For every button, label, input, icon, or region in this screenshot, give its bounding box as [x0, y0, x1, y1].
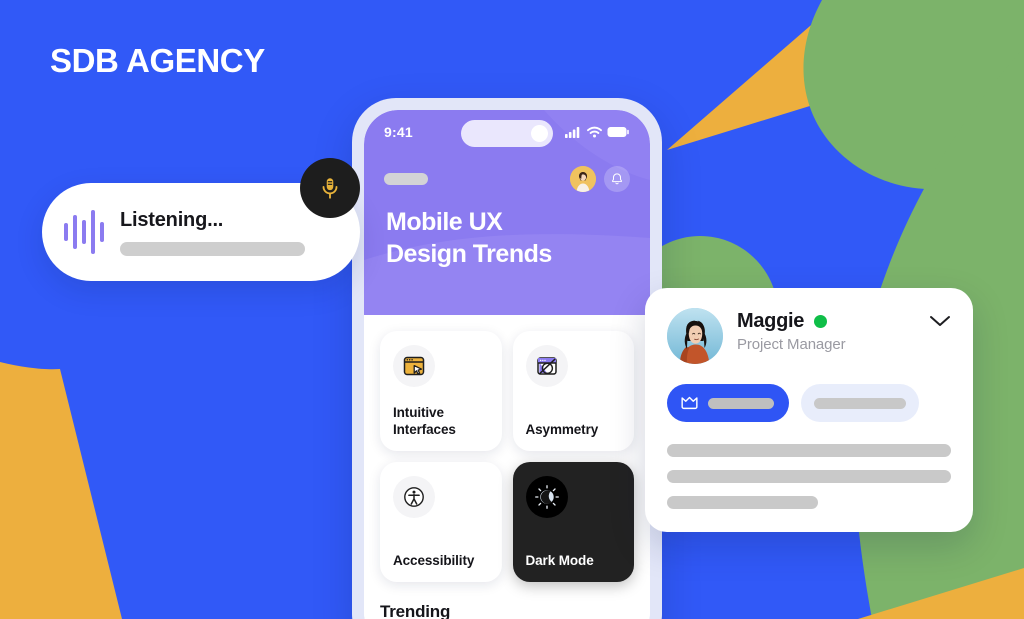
- battery-icon: [607, 127, 629, 137]
- dynamic-island: [461, 120, 553, 147]
- tile-label: Accessibility: [393, 552, 489, 569]
- tile-dark-mode[interactable]: Dark Mode: [512, 462, 634, 582]
- tile-label: Dark Mode: [526, 552, 622, 569]
- asymmetry-window-icon-wrap: [525, 345, 568, 387]
- tile-label-line-2: Interfaces: [393, 422, 456, 437]
- avatar-photo: [667, 308, 723, 364]
- app-top-bar: [364, 154, 650, 192]
- secondary-pill-placeholder: [814, 397, 906, 409]
- accessibility-icon: [404, 487, 424, 507]
- avatar-illustration: [570, 166, 596, 192]
- status-bar: 9:41: [364, 110, 650, 154]
- trending-section-heading: Trending: [380, 602, 451, 619]
- microphone-icon: [322, 178, 338, 199]
- trend-tiles-grid: Intuitive Interfaces Asymmetry Accessibi…: [380, 331, 634, 582]
- profile-name: Maggie: [737, 310, 805, 332]
- accessibility-icon-wrap: [393, 476, 435, 518]
- page-title: Mobile UX Design Trends: [364, 192, 650, 270]
- tile-label-line-1: Accessibility: [393, 553, 475, 568]
- listening-status-label: Listening...: [120, 208, 224, 231]
- waveform-bar: [73, 215, 77, 249]
- avatar[interactable]: [570, 166, 596, 192]
- microphone-button[interactable]: [300, 158, 360, 218]
- tile-label: Asymmetry: [526, 421, 622, 438]
- status-time: 9:41: [384, 124, 413, 140]
- profile-card[interactable]: Maggie Project Manager: [645, 288, 973, 532]
- expand-button[interactable]: [929, 308, 951, 333]
- content-skeleton: [667, 444, 951, 509]
- tile-label-line-1: Dark Mode: [525, 553, 594, 568]
- waveform-bar: [91, 210, 95, 254]
- voice-waveform-icon: [64, 210, 104, 254]
- phone-screen: 9:41 Mobile UX Design Trends Intuitive I…: [364, 110, 650, 619]
- status-icons-group: [565, 126, 630, 138]
- app-header: 9:41 Mobile UX Design Trends: [364, 110, 650, 315]
- moon-sun-icon: [534, 485, 559, 509]
- browser-cursor-icon: [403, 356, 425, 376]
- action-pill-row: [667, 384, 951, 422]
- tile-intuitive-interfaces[interactable]: Intuitive Interfaces: [380, 331, 502, 451]
- cellular-signal-icon: [565, 127, 580, 138]
- status-badge: [814, 315, 828, 328]
- asymmetry-window-icon: [536, 357, 557, 375]
- menu-placeholder-bar[interactable]: [384, 173, 428, 185]
- tile-label-line-1: Intuitive: [393, 405, 444, 420]
- primary-action-pill[interactable]: [667, 384, 789, 422]
- app-content: Intuitive Interfaces Asymmetry Accessibi…: [364, 315, 650, 619]
- front-camera-lens-icon: [531, 125, 548, 142]
- listening-progress-placeholder: [120, 241, 305, 256]
- poster-canvas: SDB AGENCY Listening... 9:41 Mobile UX D…: [0, 0, 1024, 619]
- tile-label-line-1: Asymmetry: [525, 422, 599, 437]
- waveform-bar: [82, 220, 86, 244]
- page-title-line-1: Mobile UX: [386, 208, 503, 236]
- secondary-action-pill[interactable]: [801, 384, 919, 422]
- primary-pill-placeholder: [708, 397, 774, 409]
- skeleton-line: [667, 444, 951, 457]
- skeleton-line: [667, 496, 818, 509]
- waveform-bar: [64, 223, 68, 241]
- crown-icon: [681, 396, 698, 410]
- bell-icon: [612, 173, 622, 185]
- tile-label: Intuitive Interfaces: [393, 404, 489, 438]
- tile-asymmetry[interactable]: Asymmetry: [512, 331, 634, 451]
- skeleton-line: [667, 470, 951, 483]
- browser-cursor-icon-wrap: [393, 345, 435, 387]
- tile-accessibility[interactable]: Accessibility: [380, 462, 502, 582]
- page-title-line-2: Design Trends: [386, 240, 552, 268]
- wifi-icon: [587, 126, 602, 138]
- avatar[interactable]: [667, 308, 723, 364]
- brand-wordmark: SDB AGENCY: [50, 42, 265, 79]
- waveform-bar: [100, 222, 104, 242]
- chevron-down-icon: [930, 316, 950, 326]
- profile-role: Project Manager: [737, 336, 846, 353]
- profile-header: Maggie Project Manager: [667, 308, 951, 364]
- phone-mockup: 9:41 Mobile UX Design Trends Intuitive I…: [352, 98, 662, 619]
- notifications-button[interactable]: [604, 166, 630, 192]
- moon-sun-icon-wrap: [525, 476, 568, 518]
